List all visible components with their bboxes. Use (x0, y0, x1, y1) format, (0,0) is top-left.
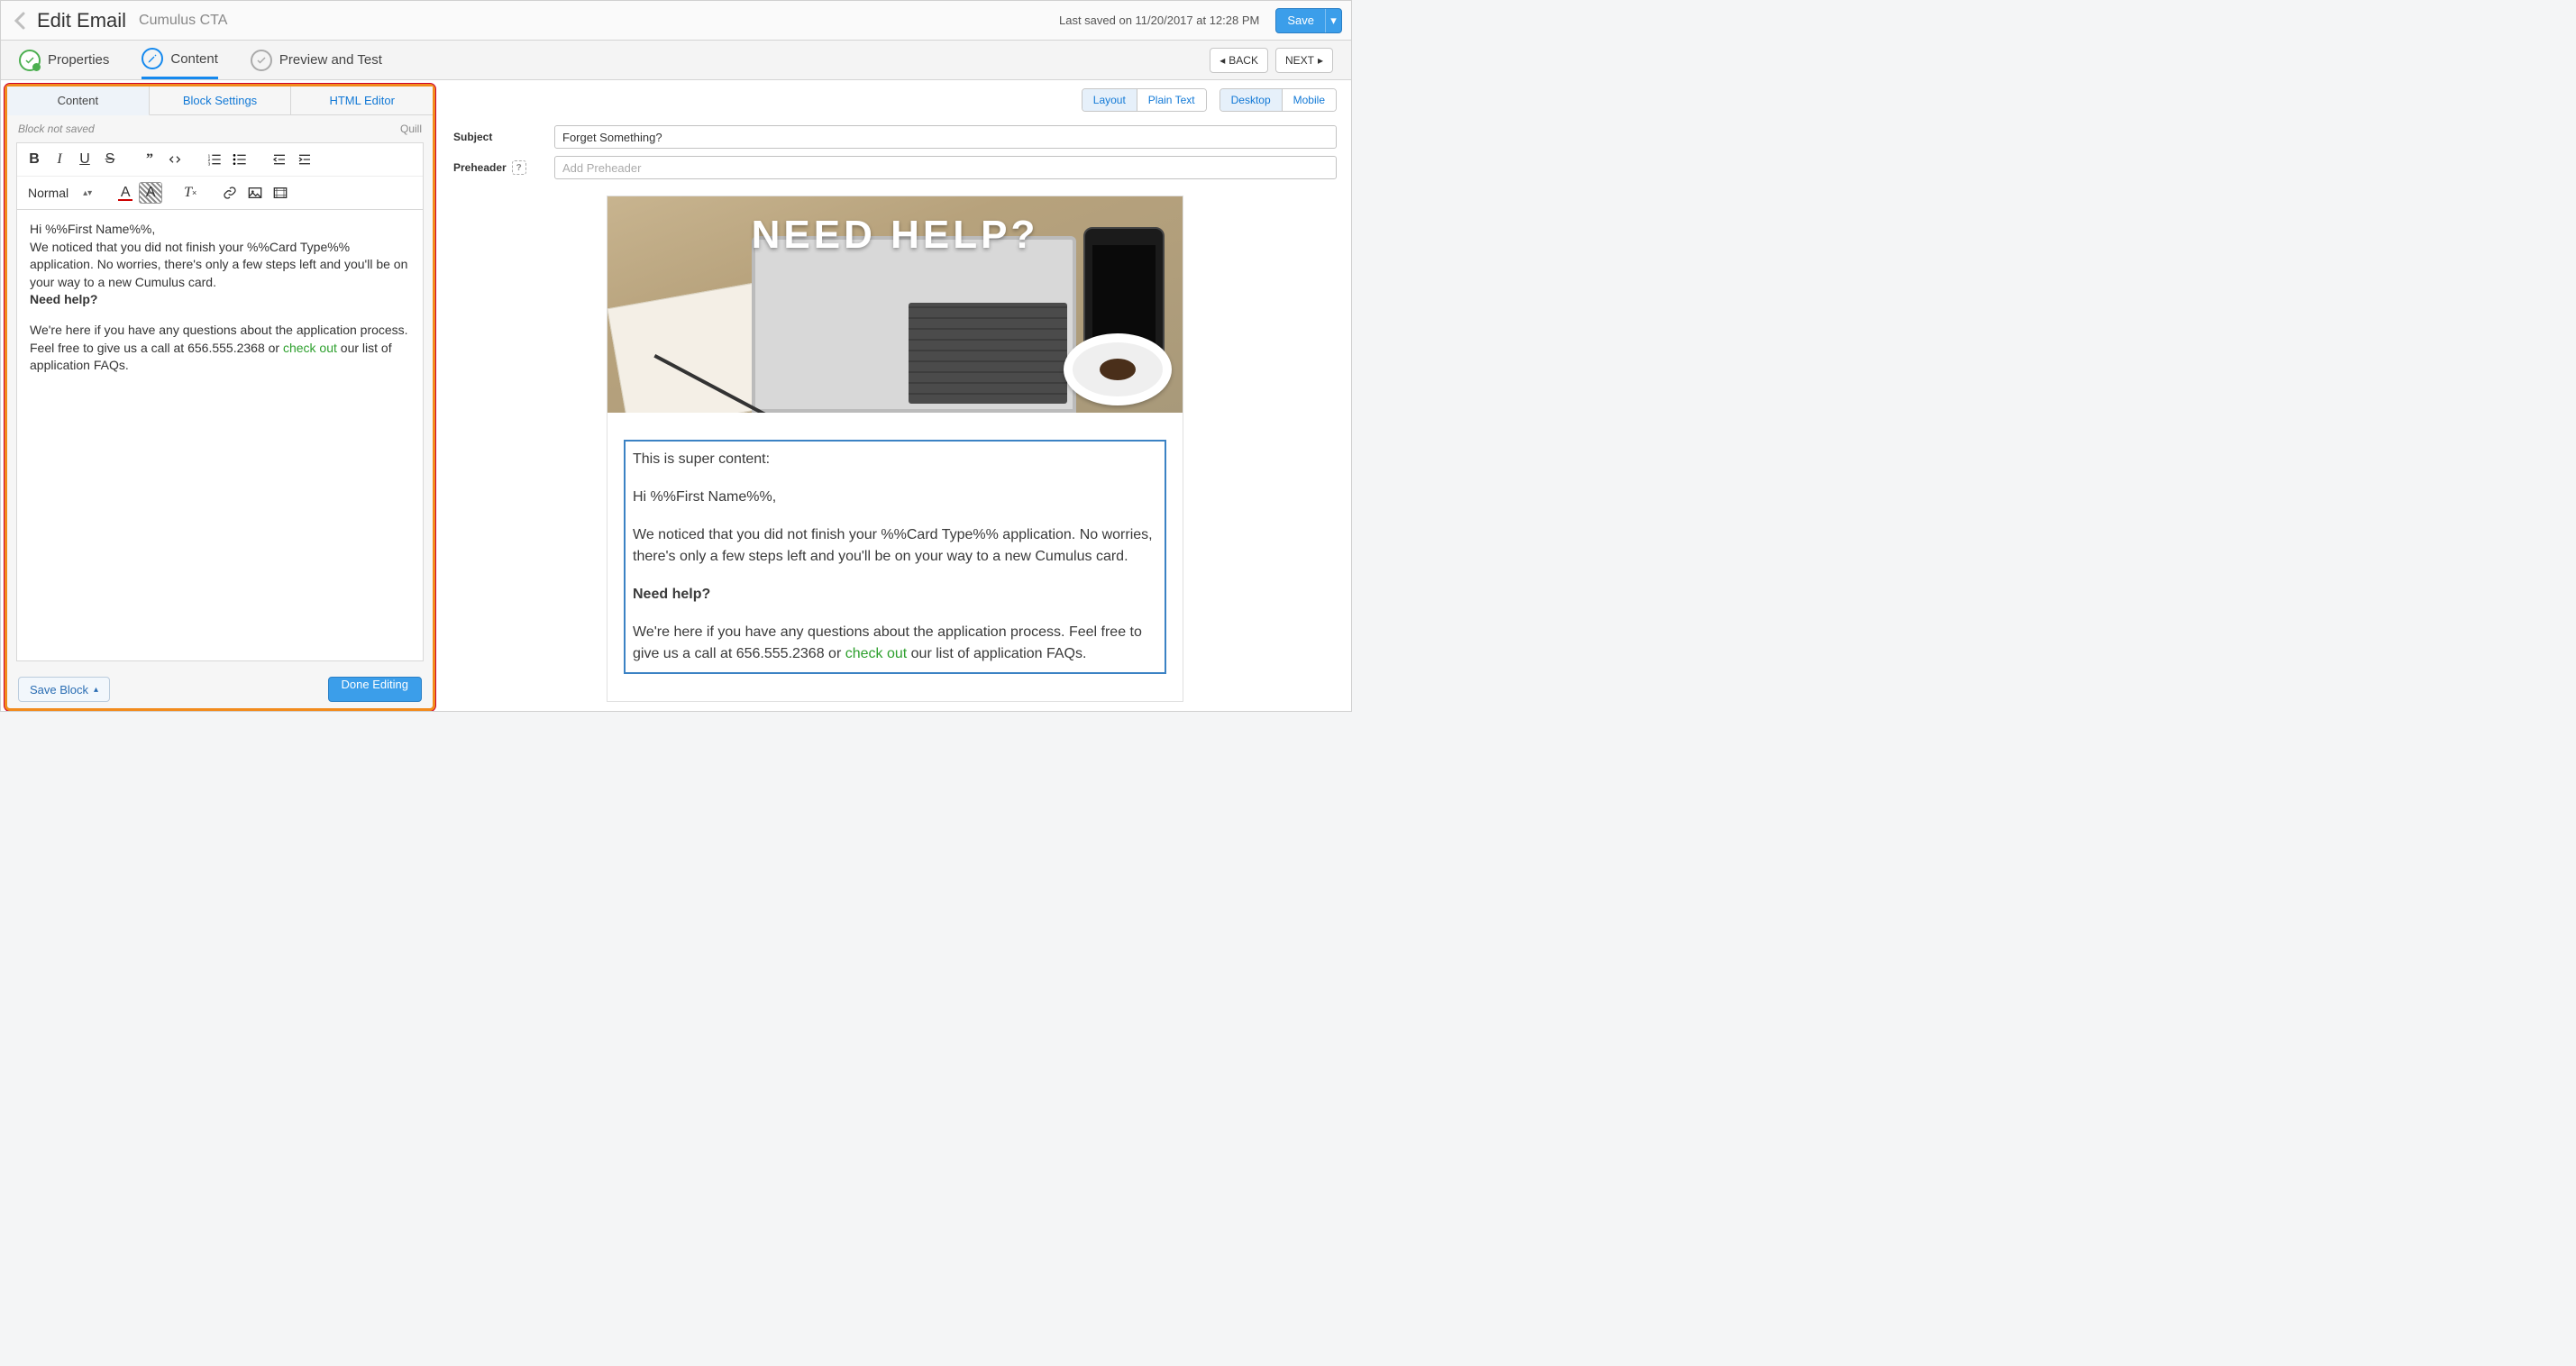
editor-column: Content Block Settings HTML Editor Block… (1, 80, 439, 711)
link-icon[interactable] (218, 182, 242, 204)
back-button[interactable]: ◂ BACK (1210, 48, 1268, 73)
image-icon[interactable] (243, 182, 267, 204)
block-status: Block not saved (18, 123, 95, 135)
check-icon (19, 50, 41, 71)
preview-canvas-wrap: NEED HELP? This is super content: Hi %%F… (439, 196, 1351, 711)
next-button[interactable]: NEXT ▸ (1275, 48, 1333, 73)
editor-line: We're here if you have any questions abo… (30, 322, 410, 375)
save-block-button[interactable]: Save Block ▴ (18, 677, 110, 702)
checkout-link[interactable]: check out (845, 646, 907, 661)
highlight-icon[interactable]: A (139, 182, 162, 204)
editor-line: We noticed that you did not finish your … (30, 239, 410, 292)
subject-label: Subject (453, 131, 544, 143)
text-color-icon[interactable]: A (114, 182, 137, 204)
save-dropdown-icon[interactable]: ▾ (1325, 9, 1341, 32)
pencil-icon (142, 48, 163, 69)
underline-icon[interactable]: U (73, 149, 96, 170)
ordered-list-icon[interactable]: 123 (203, 149, 226, 170)
help-icon[interactable]: ? (512, 160, 526, 175)
subtab-block-settings[interactable]: Block Settings (150, 87, 292, 114)
preheader-input[interactable] (554, 156, 1337, 179)
editor-panel: Content Block Settings HTML Editor Block… (5, 84, 435, 711)
pill-plaintext[interactable]: Plain Text (1137, 89, 1206, 111)
bold-icon[interactable]: B (23, 149, 46, 170)
step-content[interactable]: Content (142, 41, 218, 79)
clear-format-icon[interactable]: T× (178, 182, 202, 204)
step-tabs: Properties Content Preview and Test ◂ BA… (1, 41, 1351, 80)
bullet-list-icon[interactable] (228, 149, 251, 170)
chevron-down-icon: ▴▾ (83, 188, 92, 198)
preview-line: We noticed that you did not finish your … (633, 524, 1157, 568)
caret-up-icon: ▴ (94, 685, 98, 695)
indent-icon[interactable] (293, 149, 316, 170)
email-preview: NEED HELP? This is super content: Hi %%F… (607, 196, 1183, 702)
editor-meta: Block not saved Quill (7, 115, 433, 142)
rich-text-editor[interactable]: Hi %%First Name%%, We noticed that you d… (16, 210, 424, 661)
blockquote-icon[interactable]: ” (138, 149, 161, 170)
pill-layout[interactable]: Layout (1082, 89, 1137, 111)
layout-toggle: Layout Plain Text (1082, 88, 1207, 112)
pill-desktop[interactable]: Desktop (1220, 89, 1282, 111)
page-title: Edit Email (37, 9, 126, 32)
header-form: Subject Preheader ? (439, 120, 1351, 196)
back-chevron-icon[interactable] (10, 10, 32, 32)
pill-mobile[interactable]: Mobile (1282, 89, 1336, 111)
code-icon[interactable] (163, 149, 187, 170)
editor-line: Hi %%First Name%%, (30, 221, 410, 239)
editor-toolbar: B I U S ” 123 (16, 142, 424, 210)
checkout-link[interactable]: check out (283, 341, 337, 355)
preheader-label: Preheader (453, 161, 507, 174)
format-select[interactable]: Normal ▴▾ (23, 182, 97, 204)
step-preview[interactable]: Preview and Test (251, 41, 382, 79)
caret-right-icon: ▸ (1318, 54, 1323, 67)
step-properties[interactable]: Properties (19, 41, 109, 79)
strike-icon[interactable]: S (98, 149, 122, 170)
caret-left-icon: ◂ (1219, 54, 1225, 67)
selected-content-block[interactable]: This is super content: Hi %%First Name%%… (624, 440, 1166, 674)
editor-line: Need help? (30, 291, 410, 309)
video-icon[interactable] (269, 182, 292, 204)
hero-image: NEED HELP? (607, 196, 1183, 413)
preview-line: Need help? (633, 584, 1157, 606)
device-toggle: Desktop Mobile (1219, 88, 1337, 112)
editor-footer: Save Block ▴ Done Editing (7, 670, 433, 708)
preview-line: We're here if you have any questions abo… (633, 622, 1157, 665)
preview-column: Layout Plain Text Desktop Mobile Subject… (439, 80, 1351, 711)
check-icon (251, 50, 272, 71)
hero-headline: NEED HELP? (607, 213, 1183, 258)
subtab-html-editor[interactable]: HTML Editor (291, 87, 433, 114)
done-editing-button[interactable]: Done Editing (328, 677, 422, 702)
preview-line: Hi %%First Name%%, (633, 487, 1157, 508)
preview-line: This is super content: (633, 449, 1157, 470)
subtab-content[interactable]: Content (7, 87, 150, 115)
email-name: Cumulus CTA (139, 13, 227, 29)
editor-sub-tabs: Content Block Settings HTML Editor (7, 87, 433, 115)
save-button[interactable]: Save ▾ (1275, 8, 1342, 33)
view-toggle-row: Layout Plain Text Desktop Mobile (439, 80, 1351, 120)
svg-text:3: 3 (208, 162, 211, 167)
page-header: Edit Email Cumulus CTA Last saved on 11/… (1, 1, 1351, 41)
last-saved-label: Last saved on 11/20/2017 at 12:28 PM (1059, 14, 1259, 27)
outdent-icon[interactable] (268, 149, 291, 170)
editor-engine-label: Quill (400, 123, 422, 135)
subject-input[interactable] (554, 125, 1337, 149)
work-area: Content Block Settings HTML Editor Block… (1, 80, 1351, 711)
app-frame: Edit Email Cumulus CTA Last saved on 11/… (0, 0, 1352, 712)
italic-icon[interactable]: I (48, 149, 71, 170)
